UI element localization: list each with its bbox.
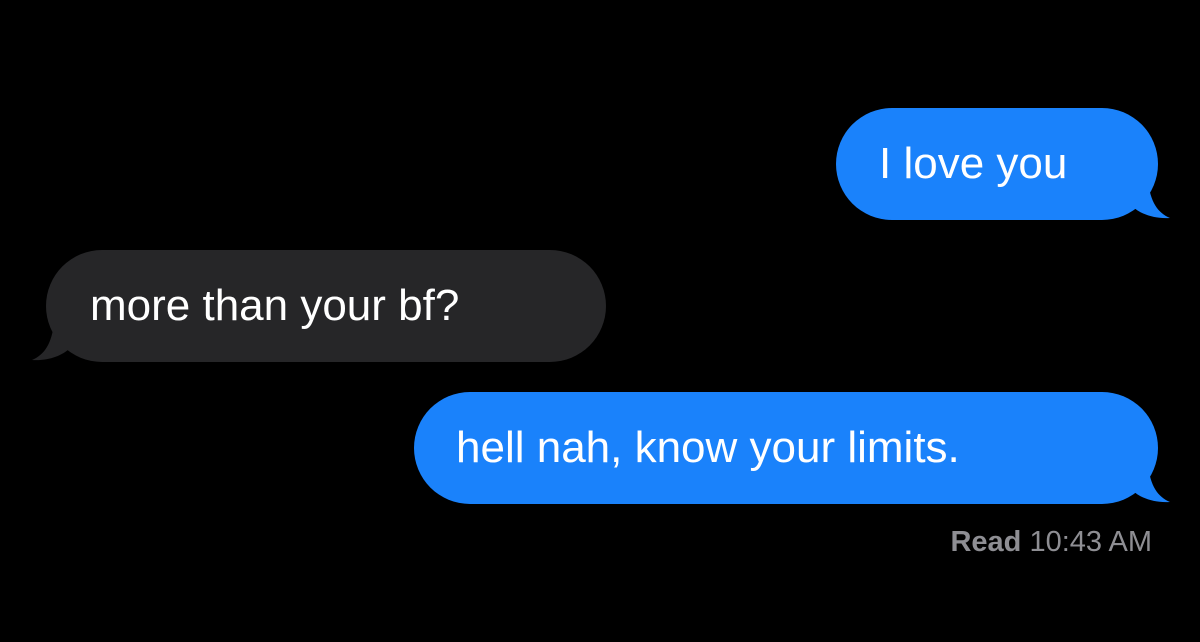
message-text: more than your bf? — [90, 281, 460, 330]
bubble-tail-icon — [32, 322, 70, 361]
message-bubble-sent[interactable]: hell nah, know your limits. — [414, 392, 1158, 504]
bubble-tail-icon — [1132, 464, 1170, 503]
message-bubble-sent[interactable]: I love you — [836, 108, 1158, 220]
bubble-tail-icon — [1132, 180, 1170, 219]
read-receipt-label: Read — [950, 526, 1022, 558]
read-receipt-time: 10:43 AM — [1029, 526, 1152, 558]
message-thread: I love you more than your bf? hell nah, … — [0, 0, 1200, 642]
message-text: I love you — [879, 139, 1068, 188]
message-text: hell nah, know your limits. — [456, 423, 960, 472]
read-receipt: Read 10:43 AM — [950, 526, 1152, 559]
message-bubble-received[interactable]: more than your bf? — [46, 250, 606, 362]
